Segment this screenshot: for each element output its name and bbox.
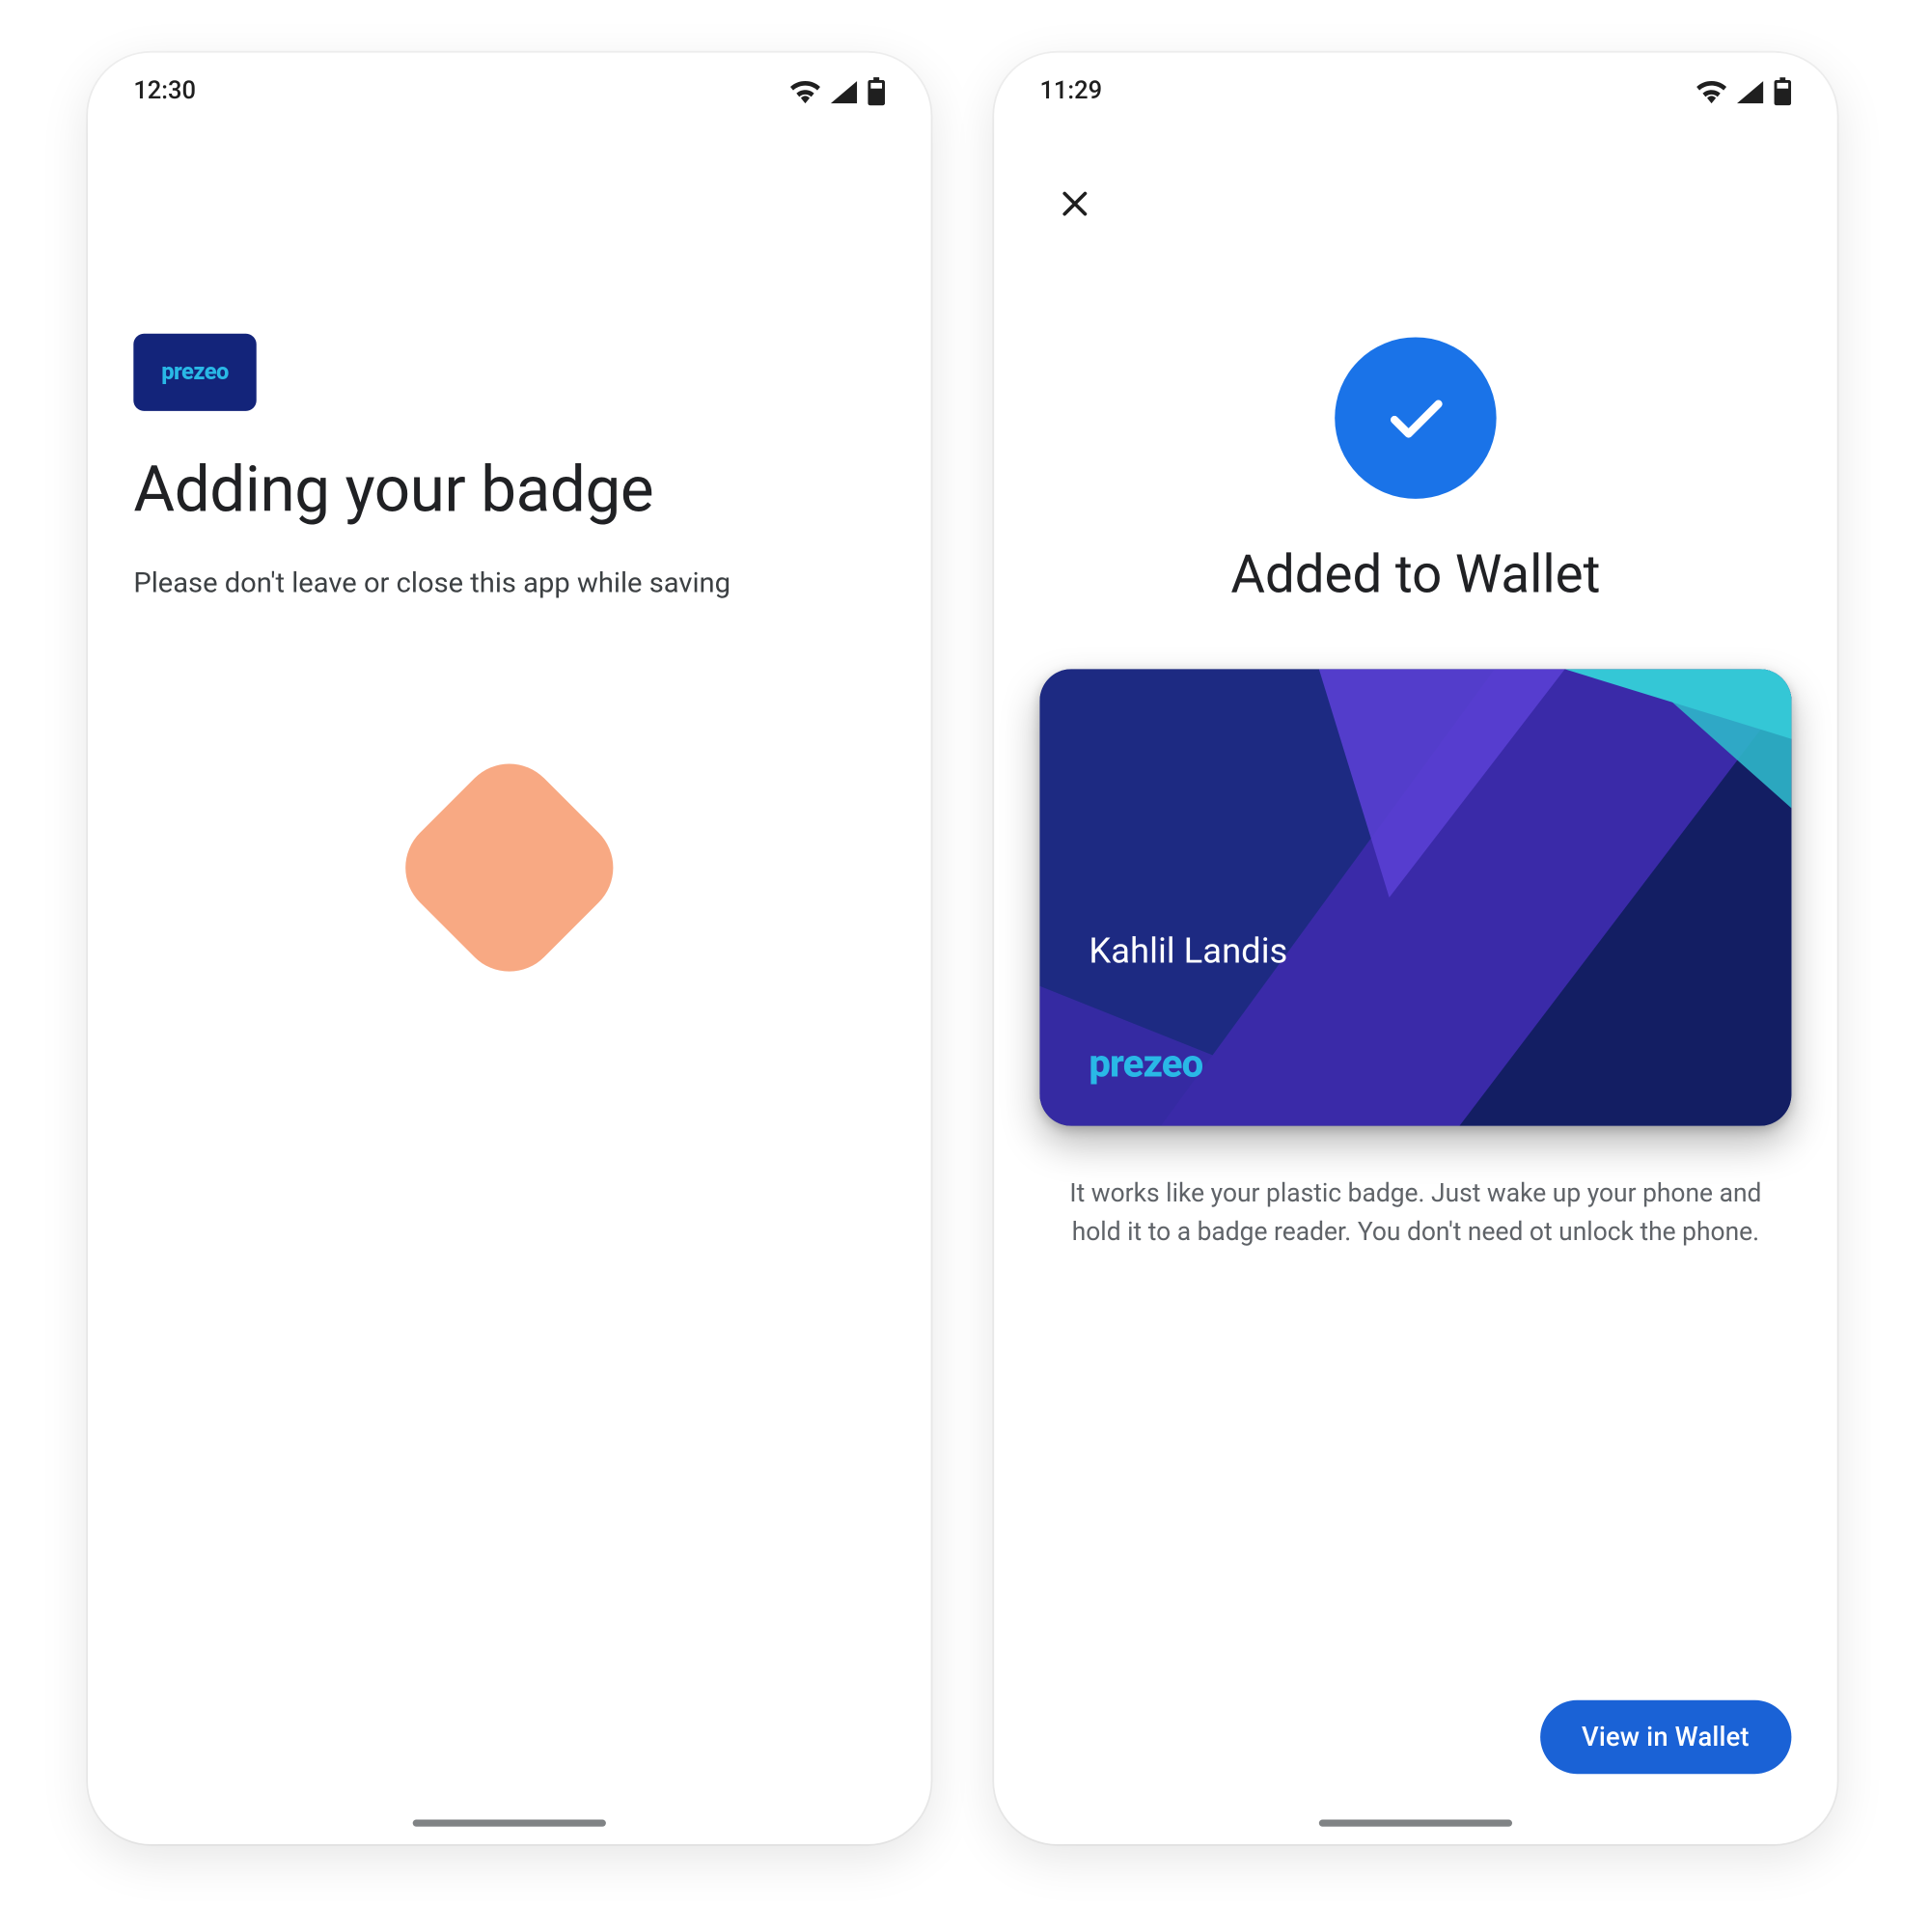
battery-icon [1774,77,1791,105]
status-bar: 12:30 [88,53,931,130]
phone-screen-adding-badge: 12:30 prezeo Adding your badge Please do… [88,53,931,1844]
page-title: Adding your badge [133,454,885,527]
brand-chip-label: prezeo [161,359,229,385]
status-icons [1696,77,1791,105]
close-button[interactable] [1039,169,1110,239]
check-icon [1373,375,1457,459]
status-time: 12:30 [133,77,196,105]
view-in-wallet-button[interactable]: View in Wallet [1539,1700,1791,1774]
page-title: Added to Wallet [1039,544,1791,606]
status-time: 11:29 [1039,77,1102,105]
battery-icon [868,77,885,105]
nav-handle[interactable] [413,1820,606,1827]
wifi-icon [790,80,820,103]
phone-screen-added-to-wallet: 11:29 [994,53,1837,1844]
card-holder-name: Kahlil Landis [1089,929,1287,972]
card-brand-label: prezeo [1089,1043,1202,1088]
description-text: It works like your plastic badge. Just w… [1039,1175,1791,1255]
cta-label: View in Wallet [1582,1722,1750,1753]
wifi-icon [1696,80,1726,103]
success-indicator [1335,337,1496,498]
page-subtitle: Please don't leave or close this app whi… [133,566,885,599]
cellular-icon [1737,80,1763,103]
wallet-card[interactable]: Kahlil Landis prezeo [1039,669,1791,1125]
loading-indicator [385,743,633,991]
nav-handle[interactable] [1319,1820,1512,1827]
status-bar: 11:29 [994,53,1837,130]
cellular-icon [831,80,857,103]
status-icons [790,77,885,105]
close-icon [1058,186,1092,221]
brand-chip: prezeo [133,334,256,411]
